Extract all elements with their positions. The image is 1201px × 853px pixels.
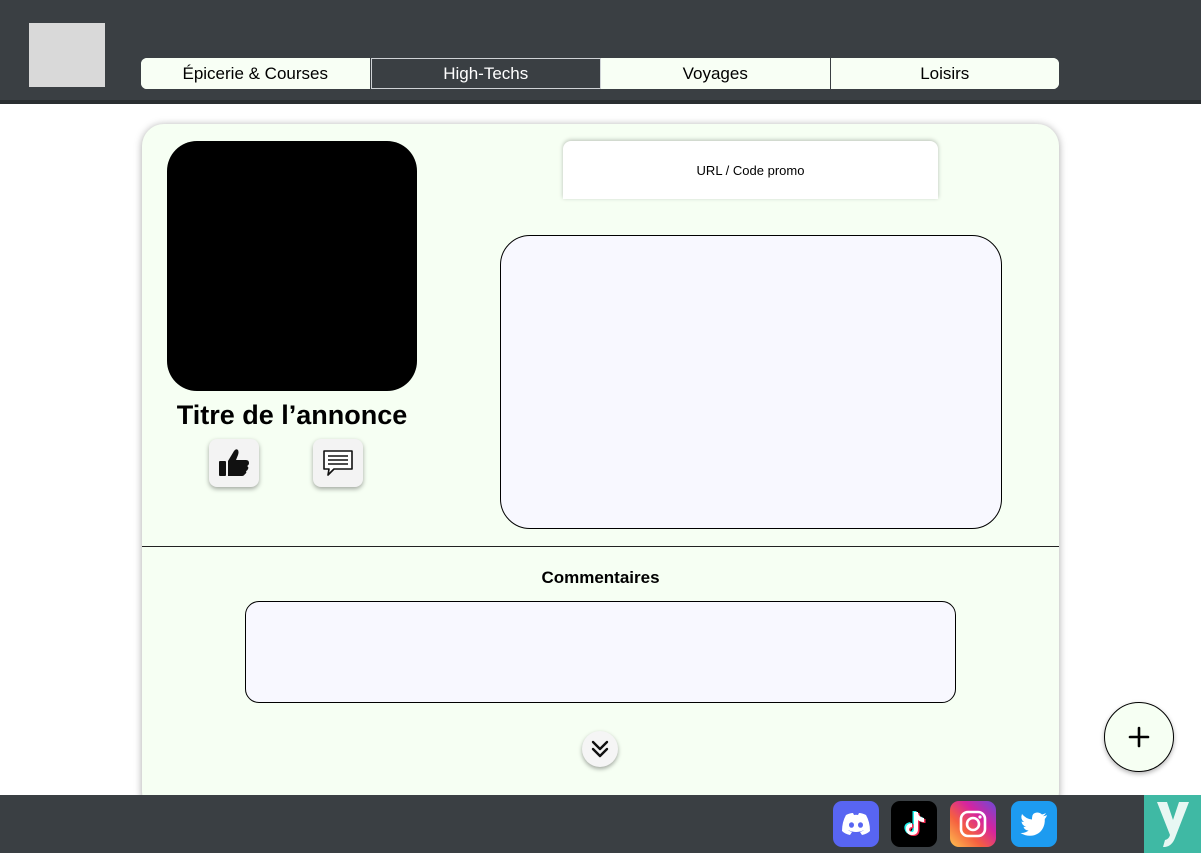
tab-loisirs[interactable]: Loisirs <box>830 58 1059 89</box>
discord-icon <box>842 813 870 835</box>
like-button[interactable] <box>209 439 259 487</box>
brand-logo[interactable] <box>1144 795 1201 853</box>
plus-icon <box>1128 726 1150 748</box>
instagram-link[interactable] <box>950 801 996 847</box>
ad-card: Titre de l’annonce URL / Code promo Comm… <box>142 124 1059 814</box>
twitter-link[interactable] <box>1011 801 1057 847</box>
comment-input[interactable] <box>245 601 956 703</box>
footer <box>0 795 1201 853</box>
category-tabs: Épicerie & Courses High-Techs Voyages Lo… <box>141 58 1059 89</box>
speech-bubble-icon <box>323 450 353 476</box>
double-chevron-down-icon <box>591 740 609 758</box>
load-more-comments-button[interactable] <box>582 731 618 767</box>
add-ad-button[interactable] <box>1104 702 1174 772</box>
section-divider <box>142 546 1059 547</box>
ad-title: Titre de l’annonce <box>176 400 408 430</box>
instagram-icon <box>959 810 987 838</box>
tab-voyages[interactable]: Voyages <box>601 58 831 89</box>
tab-epicerie-courses[interactable]: Épicerie & Courses <box>141 58 371 89</box>
comments-heading: Commentaires <box>541 568 660 587</box>
tiktok-link[interactable] <box>891 801 937 847</box>
twitter-icon <box>1020 812 1047 836</box>
tab-high-techs[interactable]: High-Techs <box>370 58 601 89</box>
logo-placeholder[interactable] <box>29 23 105 87</box>
comment-button[interactable] <box>313 439 363 487</box>
thumbs-up-icon <box>219 449 249 476</box>
ad-description-box <box>500 235 1002 529</box>
discord-link[interactable] <box>833 801 879 847</box>
brand-logo-icon <box>1156 802 1189 847</box>
promo-code-field[interactable]: URL / Code promo <box>563 141 938 199</box>
top-header: Épicerie & Courses High-Techs Voyages Lo… <box>0 0 1201 104</box>
ad-image <box>167 141 417 391</box>
tiktok-icon <box>904 811 926 836</box>
